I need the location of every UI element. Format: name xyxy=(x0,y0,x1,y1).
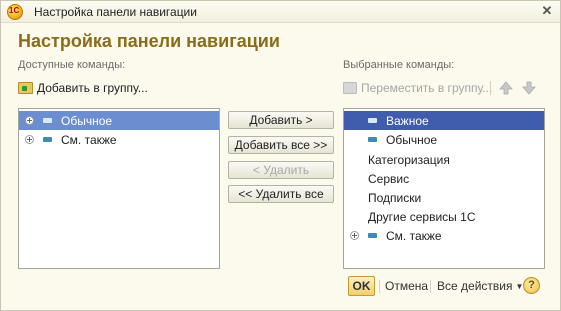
move-down-button[interactable] xyxy=(521,80,537,96)
list-item-service[interactable]: Сервис xyxy=(344,169,544,188)
list-item-label: Категоризация xyxy=(368,152,450,167)
move-folder-icon xyxy=(343,82,357,94)
command-icon xyxy=(368,118,377,123)
list-item-see-also[interactable]: См. также xyxy=(344,226,544,245)
title-bar[interactable]: 1С Настройка панели навигации ✕ xyxy=(1,1,560,23)
list-item-label: Другие сервисы 1С xyxy=(368,209,476,224)
command-icon xyxy=(368,233,377,238)
move-to-group-button[interactable]: Переместить в группу... xyxy=(343,79,492,97)
command-icon xyxy=(43,137,52,142)
cancel-button[interactable]: Отмена xyxy=(385,279,428,293)
available-commands-label: Доступные команды: xyxy=(18,59,126,71)
list-item-label: См. также xyxy=(386,228,442,243)
list-item-label: Подписки xyxy=(368,190,422,205)
expand-icon[interactable] xyxy=(350,231,359,240)
selected-commands-label: Выбранные команды: xyxy=(343,59,455,71)
list-item-other-services[interactable]: Другие сервисы 1С xyxy=(344,207,544,226)
add-button[interactable]: Добавить > xyxy=(228,111,334,129)
footer-divider xyxy=(430,280,431,293)
toolbar-divider xyxy=(490,81,491,95)
selected-commands-list[interactable]: Важное Обычное Категоризация Сервис Подп… xyxy=(343,108,545,269)
settings-dialog: 1С Настройка панели навигации ✕ Настройк… xyxy=(0,0,561,311)
add-to-group-label: Добавить в группу... xyxy=(37,81,148,95)
remove-button[interactable]: < Удалить xyxy=(228,161,334,179)
list-item-label: См. также xyxy=(61,132,117,147)
all-actions-label: Все действия xyxy=(437,279,513,293)
all-actions-menu[interactable]: Все действия ▼ xyxy=(437,279,523,293)
arrow-down-icon xyxy=(522,81,536,95)
command-icon xyxy=(368,137,377,142)
window-title: Настройка панели навигации xyxy=(34,5,197,19)
app-logo-icon: 1С xyxy=(7,4,23,20)
list-item-regular[interactable]: Обычное xyxy=(344,130,544,149)
form-title: Настройка панели навигации xyxy=(18,31,280,51)
list-item-label: Обычное xyxy=(61,113,113,128)
footer-divider xyxy=(379,280,380,293)
move-up-button[interactable] xyxy=(498,80,514,96)
help-button[interactable]: ? xyxy=(523,277,540,294)
expand-icon[interactable] xyxy=(25,135,34,144)
arrow-up-icon xyxy=(499,81,513,95)
list-item-important[interactable]: Важное xyxy=(344,111,544,130)
list-item-regular[interactable]: Обычное xyxy=(19,111,219,130)
expand-icon[interactable] xyxy=(25,116,34,125)
list-item-subscriptions[interactable]: Подписки xyxy=(344,188,544,207)
remove-all-button[interactable]: << Удалить все xyxy=(228,185,334,203)
available-commands-list[interactable]: Обычное См. также xyxy=(18,108,220,269)
add-all-button[interactable]: Добавить все >> xyxy=(228,136,334,154)
folder-add-icon xyxy=(18,82,33,94)
list-item-see-also[interactable]: См. также xyxy=(19,130,219,149)
add-to-group-button[interactable]: Добавить в группу... xyxy=(18,79,148,97)
list-item-label: Сервис xyxy=(368,171,410,186)
ok-button[interactable]: OK xyxy=(348,276,375,296)
close-button[interactable]: ✕ xyxy=(540,4,554,18)
list-item-label: Обычное xyxy=(386,132,438,147)
move-to-group-label: Переместить в группу... xyxy=(361,81,493,95)
list-item-categorization[interactable]: Категоризация xyxy=(344,150,544,169)
list-item-label: Важное xyxy=(386,113,429,128)
command-icon xyxy=(43,118,52,123)
